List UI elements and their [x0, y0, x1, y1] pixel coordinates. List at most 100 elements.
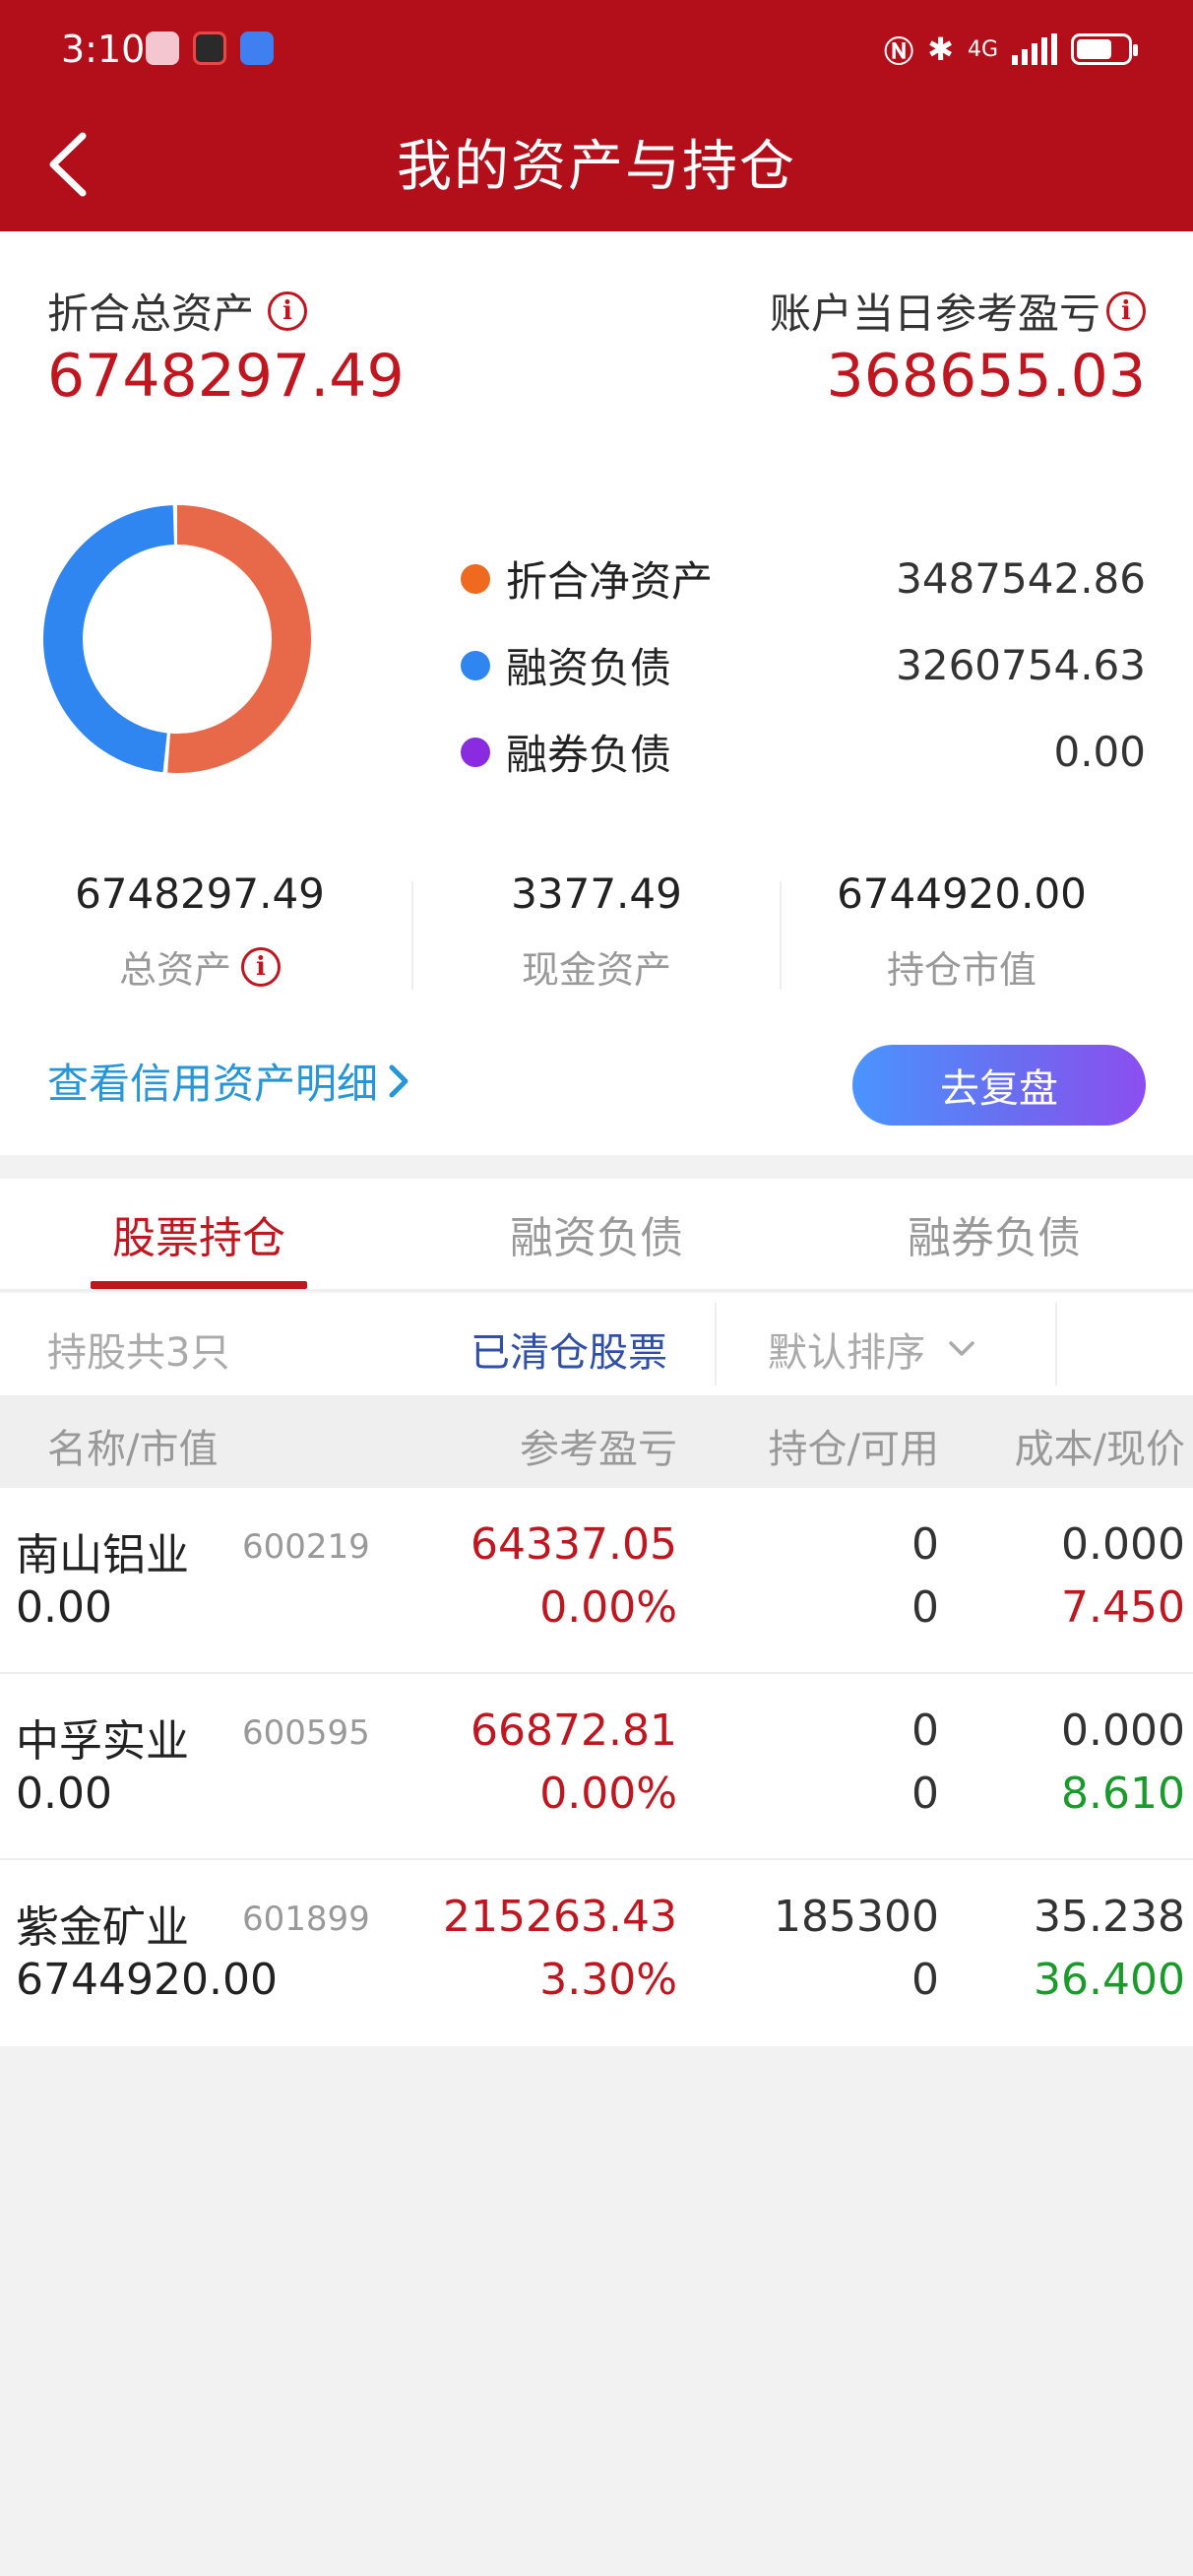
legend-value: 3487542.86 — [896, 554, 1146, 603]
column-header-name: 名称/市值 — [47, 1427, 219, 1472]
info-icon[interactable]: i — [268, 290, 308, 331]
holdings-tabs: 股票持仓 融资负债 融券负债 — [0, 1179, 1193, 1291]
table-row[interactable]: 中孚实业 600595 0.00 66872.81 0.00% 0 0 0.00… — [0, 1674, 1193, 1860]
total-assets-label-group: 折合总资产 i — [47, 281, 308, 341]
stat-label: 总资产 — [118, 948, 231, 992]
stat-value: 6744920.00 — [837, 869, 1087, 918]
total-assets-value: 6748297.49 — [47, 342, 405, 411]
nfc-icon: Ⓝ — [884, 35, 914, 70]
column-header-cost-price: 成本/现价 — [1014, 1427, 1185, 1472]
active-tab-indicator — [91, 1281, 307, 1289]
network-type-label: 4G — [967, 36, 998, 62]
status-app-icons — [146, 32, 274, 65]
chevron-down-icon — [949, 1341, 974, 1356]
divider — [1055, 1303, 1057, 1385]
stat-label: 持仓市值 — [886, 948, 1036, 992]
stock-name: 紫金矿业 — [16, 1902, 189, 1953]
position-qty: 0 — [911, 1706, 939, 1756]
credit-detail-link-text: 查看信用资产明细 — [47, 1060, 379, 1108]
app-notification-icon — [240, 32, 274, 65]
legend-short-debt: 融券负债 0.00 — [461, 722, 1146, 782]
divider — [411, 881, 413, 990]
column-header-position: 持仓/可用 — [768, 1427, 939, 1472]
legend-label: 融券负债 — [506, 731, 672, 779]
stat-position-value: 6744920.00 持仓市值 — [780, 869, 1144, 994]
pnl-percent: 0.00% — [539, 1769, 677, 1819]
stock-code: 600219 — [242, 1527, 370, 1567]
position-qty: 0 — [911, 1519, 939, 1570]
market-value: 0.00 — [16, 1769, 112, 1819]
stat-value: 6748297.49 — [75, 869, 325, 918]
app-notification-icon — [146, 32, 179, 65]
sort-label: 默认排序 — [768, 1330, 925, 1376]
pnl-value: 64337.05 — [471, 1519, 677, 1570]
review-button[interactable]: 去复盘 — [852, 1045, 1146, 1126]
legend-value: 3260754.63 — [896, 641, 1146, 689]
legend-dot-purple — [461, 737, 490, 767]
column-header-pnl: 参考盈亏 — [520, 1427, 677, 1472]
stat-total-assets: 6748297.49 总资产 i — [18, 869, 382, 994]
status-time: 3:10 — [61, 28, 146, 71]
daily-pnl-value: 368655.03 — [826, 342, 1146, 411]
available-qty: 0 — [911, 1769, 939, 1819]
tab-stock-holdings[interactable]: 股票持仓 — [0, 1179, 398, 1289]
daily-pnl-label: 账户当日参考盈亏 — [769, 290, 1100, 338]
pnl-percent: 3.30% — [539, 1955, 677, 2005]
stock-code: 600595 — [242, 1713, 370, 1753]
market-value: 0.00 — [16, 1582, 112, 1633]
current-price: 36.400 — [1034, 1955, 1185, 2005]
chevron-right-icon — [389, 1064, 408, 1097]
signal-icon — [1012, 33, 1057, 65]
pnl-value: 66872.81 — [471, 1706, 677, 1756]
table-row[interactable]: 紫金矿业 601899 6744920.00 215263.43 3.30% 1… — [0, 1860, 1193, 2046]
current-price: 7.450 — [1061, 1582, 1185, 1633]
asset-donut-chart — [43, 505, 311, 773]
market-value: 6744920.00 — [16, 1955, 278, 2005]
tab-margin-debt[interactable]: 融资负债 — [398, 1179, 795, 1289]
battery-icon — [1071, 33, 1138, 65]
legend-dot-blue — [461, 650, 490, 680]
stock-name: 中孚实业 — [16, 1716, 189, 1767]
table-row[interactable]: 南山铝业 600219 0.00 64337.05 0.00% 0 0 0.00… — [0, 1488, 1193, 1674]
divider — [715, 1303, 717, 1385]
stat-label-group: 总资产 i — [18, 939, 382, 994]
bluetooth-icon: ✱ — [927, 31, 954, 68]
credit-detail-link[interactable]: 查看信用资产明细 — [47, 1051, 411, 1111]
header-bar: 3:10 Ⓝ ✱ 4G 我的资产与持仓 — [0, 0, 1193, 231]
legend-margin-debt: 融资负债 3260754.63 — [461, 635, 1146, 695]
stat-label-group: 现金资产 — [414, 939, 779, 994]
legend-label: 折合净资产 — [506, 557, 714, 606]
cost-price: 0.000 — [1061, 1706, 1185, 1756]
stock-name: 南山铝业 — [16, 1530, 189, 1580]
stat-label-group: 持仓市值 — [780, 939, 1144, 994]
legend-dot-orange — [461, 563, 490, 594]
available-qty: 0 — [911, 1955, 939, 2005]
available-qty: 0 — [911, 1582, 939, 1633]
holdings-list: 南山铝业 600219 0.00 64337.05 0.00% 0 0 0.00… — [0, 1488, 1193, 2046]
cleared-stocks-button[interactable]: 已清仓股票 — [471, 1320, 667, 1378]
tab-short-debt[interactable]: 融券负债 — [795, 1179, 1193, 1289]
status-right-icons: Ⓝ ✱ 4G — [884, 28, 1138, 71]
pnl-percent: 0.00% — [539, 1582, 677, 1633]
legend-label: 融资负债 — [506, 644, 672, 692]
legend-net-assets: 折合净资产 3487542.86 — [461, 548, 1146, 609]
app-notification-icon — [193, 32, 226, 65]
pnl-value: 215263.43 — [443, 1892, 677, 1942]
stat-value: 3377.49 — [511, 869, 682, 918]
stock-code: 601899 — [242, 1900, 370, 1939]
daily-pnl-label-group: 账户当日参考盈亏 i — [770, 281, 1146, 341]
stat-label: 现金资产 — [521, 948, 671, 992]
legend-value: 0.00 — [1053, 728, 1146, 776]
holdings-table-header: 名称/市值 参考盈亏 持仓/可用 成本/现价 — [0, 1395, 1193, 1488]
info-icon[interactable]: i — [1106, 290, 1146, 331]
asset-summary-card: 折合总资产 i 账户当日参考盈亏 i 6748297.49 368655.03 … — [0, 231, 1193, 1155]
cost-price: 0.000 — [1061, 1519, 1185, 1570]
holdings-filter-bar: 持股共3只 已清仓股票 默认排序 — [0, 1293, 1193, 1395]
total-assets-label: 折合总资产 — [47, 290, 255, 338]
position-qty: 185300 — [774, 1892, 939, 1942]
cost-price: 35.238 — [1034, 1892, 1185, 1942]
info-icon[interactable]: i — [241, 946, 281, 987]
stat-cash-assets: 3377.49 现金资产 — [414, 869, 779, 994]
sort-dropdown[interactable]: 默认排序 — [768, 1320, 976, 1378]
page-title: 我的资产与持仓 — [397, 135, 796, 199]
